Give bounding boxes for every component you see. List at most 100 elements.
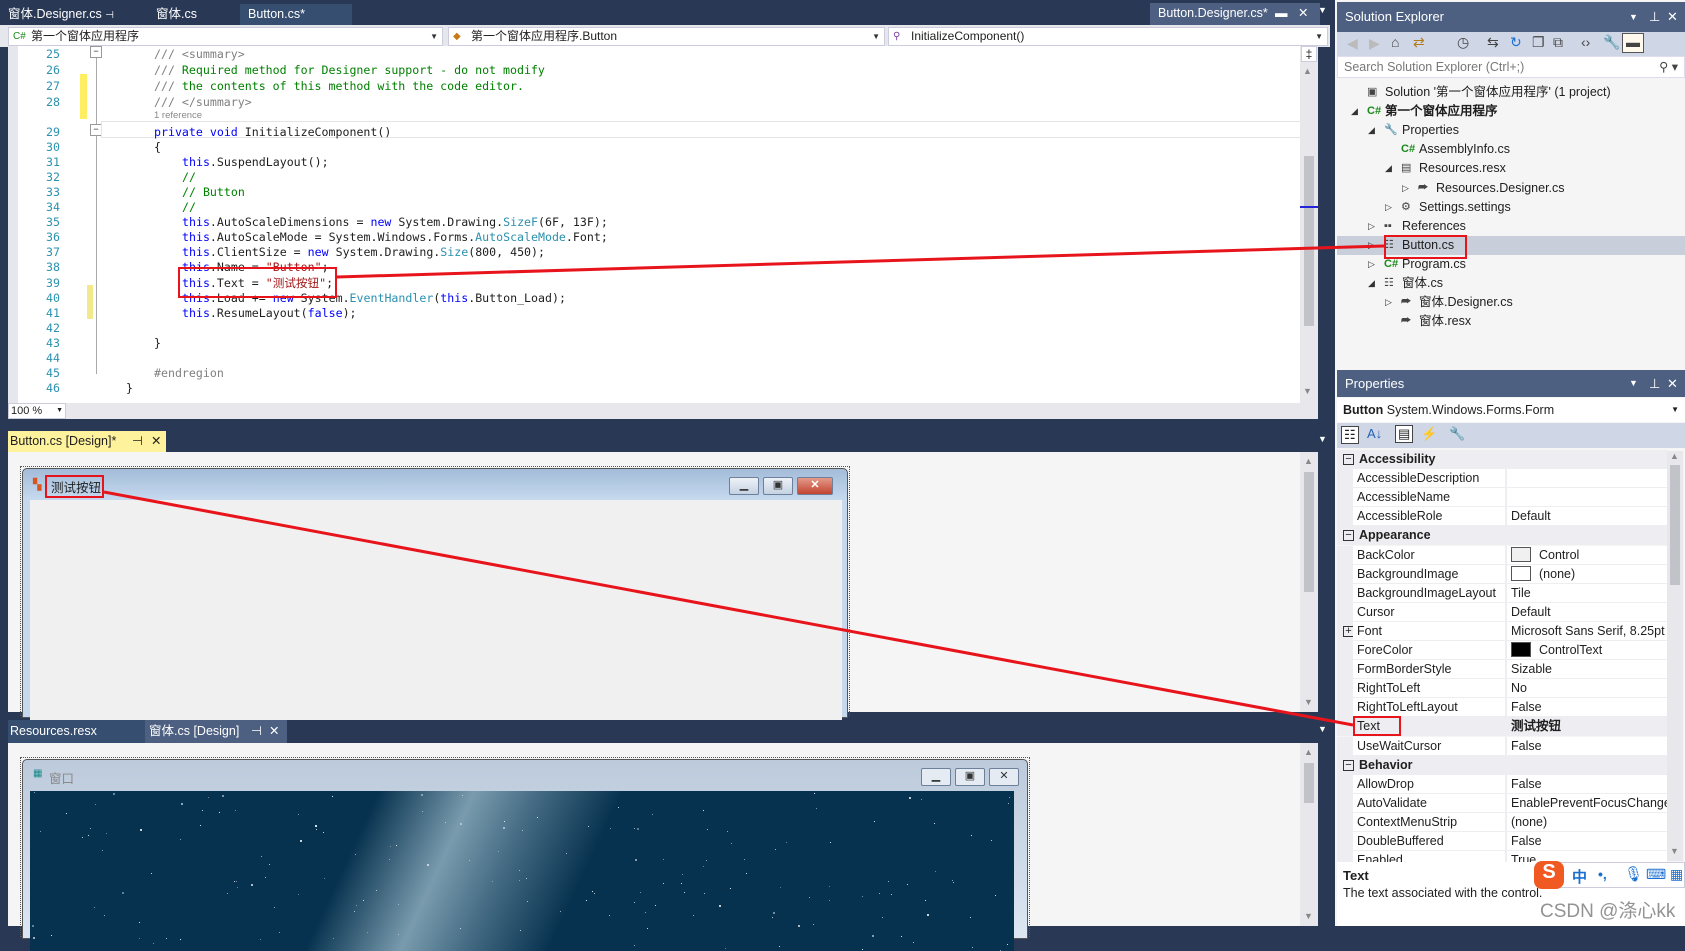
collapse-all-icon[interactable]: ❐ <box>1532 34 1545 51</box>
property-value[interactable]: ControlText <box>1507 641 1667 659</box>
project-dropdown[interactable]: C# 第一个窗体应用程序 ▼ <box>8 27 443 46</box>
close-icon[interactable]: ✕ <box>1667 370 1678 397</box>
tree-item[interactable]: ◢ ☷ 窗体.cs <box>1337 274 1685 293</box>
property-row[interactable]: AllowDrop False <box>1337 774 1667 794</box>
property-row[interactable]: DoubleBuffered False <box>1337 832 1667 851</box>
tree-item[interactable]: C# AssemblyInfo.cs <box>1337 140 1685 159</box>
property-value[interactable]: (none) <box>1507 812 1667 831</box>
expanded-arrow-icon[interactable]: ◢ <box>1385 159 1392 178</box>
tab-designer-cs[interactable]: 窗体.Designer.cs ⊣ <box>0 4 122 25</box>
tree-item[interactable]: ▷ ▪▪ References <box>1337 217 1685 236</box>
back-icon[interactable]: ◀ <box>1347 35 1358 52</box>
home-icon[interactable]: ⌂ <box>1391 34 1399 50</box>
scroll-down-icon[interactable]: ▼ <box>1303 386 1312 396</box>
property-row[interactable]: ContextMenuStrip (none) <box>1337 812 1667 832</box>
collapsed-arrow-icon[interactable]: ▷ <box>1368 217 1375 236</box>
tree-item[interactable]: ◢ ▤ Resources.resx <box>1337 159 1685 178</box>
property-row[interactable]: BackColor Control <box>1337 545 1667 565</box>
search-icon[interactable]: ⚲ ▾ <box>1659 57 1678 77</box>
pin-icon[interactable]: ▬ <box>1275 3 1288 24</box>
vertical-scrollbar[interactable]: ‡ ▲ ▼ <box>1300 46 1318 403</box>
zoom-dropdown[interactable]: 100 % ▼ <box>8 403 66 419</box>
expanded-arrow-icon[interactable]: ◢ <box>1368 121 1375 140</box>
property-row[interactable]: BackgroundImage (none) <box>1337 564 1667 584</box>
vertical-scrollbar[interactable]: ▲ ▼ <box>1300 743 1318 926</box>
sync-view-icon[interactable]: ⇄ <box>1413 34 1425 51</box>
preview-toggle-icon[interactable]: ▬ <box>1622 33 1644 53</box>
tab-form-cs[interactable]: 窗体.cs <box>148 4 205 25</box>
categorized-icon[interactable]: ☷ <box>1341 426 1359 444</box>
property-value[interactable]: Tile <box>1507 583 1667 602</box>
property-value[interactable]: False <box>1507 698 1667 717</box>
tab-overflow-icon[interactable]: ▼ <box>1318 5 1327 15</box>
tree-item[interactable]: ◢ 🔧 Properties <box>1337 121 1685 140</box>
collapse-icon[interactable]: − <box>1343 759 1354 771</box>
collapse-icon[interactable]: − <box>1343 454 1354 465</box>
property-row[interactable]: AccessibleName <box>1337 488 1667 508</box>
scroll-up-icon[interactable]: ▲ <box>1670 451 1679 461</box>
events-lightning-icon[interactable]: ⚡ <box>1421 426 1437 442</box>
scroll-up-icon[interactable]: ▲ <box>1304 747 1313 757</box>
ime-punctuation[interactable]: •, <box>1598 866 1607 882</box>
collapsed-arrow-icon[interactable]: ▷ <box>1402 179 1409 198</box>
property-value[interactable]: Default <box>1507 602 1667 621</box>
property-row[interactable]: FormBorderStyle Sizable <box>1337 660 1667 680</box>
property-value[interactable]: No <box>1507 679 1667 698</box>
collapse-toggle[interactable]: − <box>90 46 102 58</box>
scrollbar-thumb[interactable] <box>1670 465 1680 585</box>
close-icon[interactable]: ✕ <box>269 720 279 743</box>
property-row[interactable]: RightToLeftLayout False <box>1337 698 1667 718</box>
expanded-arrow-icon[interactable]: ◢ <box>1368 274 1375 293</box>
property-value[interactable]: Sizable <box>1507 660 1667 679</box>
dropdown-icon[interactable]: ▼ <box>1629 2 1638 32</box>
property-value[interactable]: False <box>1507 736 1667 755</box>
scrollbar-thumb[interactable] <box>1304 156 1314 326</box>
sync-icon[interactable]: ⇆ <box>1487 34 1499 51</box>
minimize-button[interactable]: ▁ <box>921 768 951 786</box>
form-designer-surface[interactable]: ▦ 窗口 ▁ ▣ ✕ ▲ ▼ <box>8 743 1318 951</box>
property-category[interactable]: − Accessibility <box>1337 450 1667 469</box>
property-value[interactable]: False <box>1507 774 1667 793</box>
vertical-scrollbar[interactable]: ▲ ▼ <box>1300 452 1318 712</box>
pin-icon[interactable]: ⊥ <box>1649 370 1660 397</box>
expanded-arrow-icon[interactable]: ◢ <box>1351 102 1358 121</box>
property-value[interactable]: 测试按钮 <box>1507 717 1667 736</box>
tab-button-designer-cs[interactable]: Button.Designer.cs* ▬ ✕ <box>1150 3 1320 26</box>
tree-item[interactable]: ▷ ⮫ Resources.Designer.cs <box>1337 179 1685 198</box>
tab-button-cs[interactable]: Button.cs* <box>240 4 352 25</box>
close-icon[interactable]: ✕ <box>151 431 161 452</box>
property-row[interactable]: AccessibleDescription <box>1337 469 1667 489</box>
property-value[interactable]: Control <box>1507 545 1667 564</box>
view-code-icon[interactable]: ‹› <box>1581 34 1590 50</box>
close-button[interactable]: ✕ <box>989 768 1019 786</box>
ime-toolbar[interactable]: S 中 •, 🎙 ⌨ ▦ <box>1534 861 1685 889</box>
maximize-button[interactable]: ▣ <box>955 768 985 786</box>
property-row[interactable]: BackgroundImageLayout Tile <box>1337 583 1667 603</box>
ime-mode[interactable]: 中 <box>1572 866 1587 887</box>
close-icon[interactable]: ✕ <box>1298 3 1308 24</box>
tree-item[interactable]: ▷ ⚙ Settings.settings <box>1337 198 1685 217</box>
property-row[interactable]: AutoValidate EnablePreventFocusChange <box>1337 793 1667 813</box>
scroll-down-icon[interactable]: ▼ <box>1304 911 1313 921</box>
property-category[interactable]: − Behavior <box>1337 755 1667 775</box>
forward-icon[interactable]: ▶ <box>1369 35 1380 52</box>
properties-scrollbar[interactable]: ▲ ▼ <box>1667 451 1683 861</box>
property-row[interactable]: UseWaitCursor False <box>1337 736 1667 756</box>
property-pages-wrench-icon[interactable]: 🔧 <box>1449 426 1465 442</box>
property-value[interactable]: Microsoft Sans Serif, 8.25pt <box>1507 621 1667 640</box>
tab-overflow-icon[interactable]: ▼ <box>1318 724 1327 734</box>
scroll-down-icon[interactable]: ▼ <box>1670 846 1679 856</box>
minimize-button[interactable]: ▁ <box>729 477 759 495</box>
pending-changes-icon[interactable]: ◷ <box>1457 34 1469 51</box>
property-row[interactable]: AccessibleRole Default <box>1337 507 1667 527</box>
scroll-up-icon[interactable]: ▲ <box>1303 66 1312 76</box>
member-dropdown[interactable]: ⚲ InitializeComponent() ▼ <box>888 27 1328 46</box>
solution-search-input[interactable]: Search Solution Explorer (Ctrl+;) ⚲ ▾ <box>1337 56 1685 78</box>
property-category[interactable]: − Appearance <box>1337 526 1667 546</box>
property-value[interactable]: False <box>1507 832 1667 850</box>
property-row[interactable]: ForeColor ControlText <box>1337 641 1667 660</box>
property-row[interactable]: Cursor Default <box>1337 602 1667 622</box>
pin-icon[interactable]: ⊣ <box>105 10 114 21</box>
scrollbar-thumb[interactable] <box>1304 763 1314 803</box>
keyboard-icon[interactable]: ⌨ <box>1646 866 1666 883</box>
